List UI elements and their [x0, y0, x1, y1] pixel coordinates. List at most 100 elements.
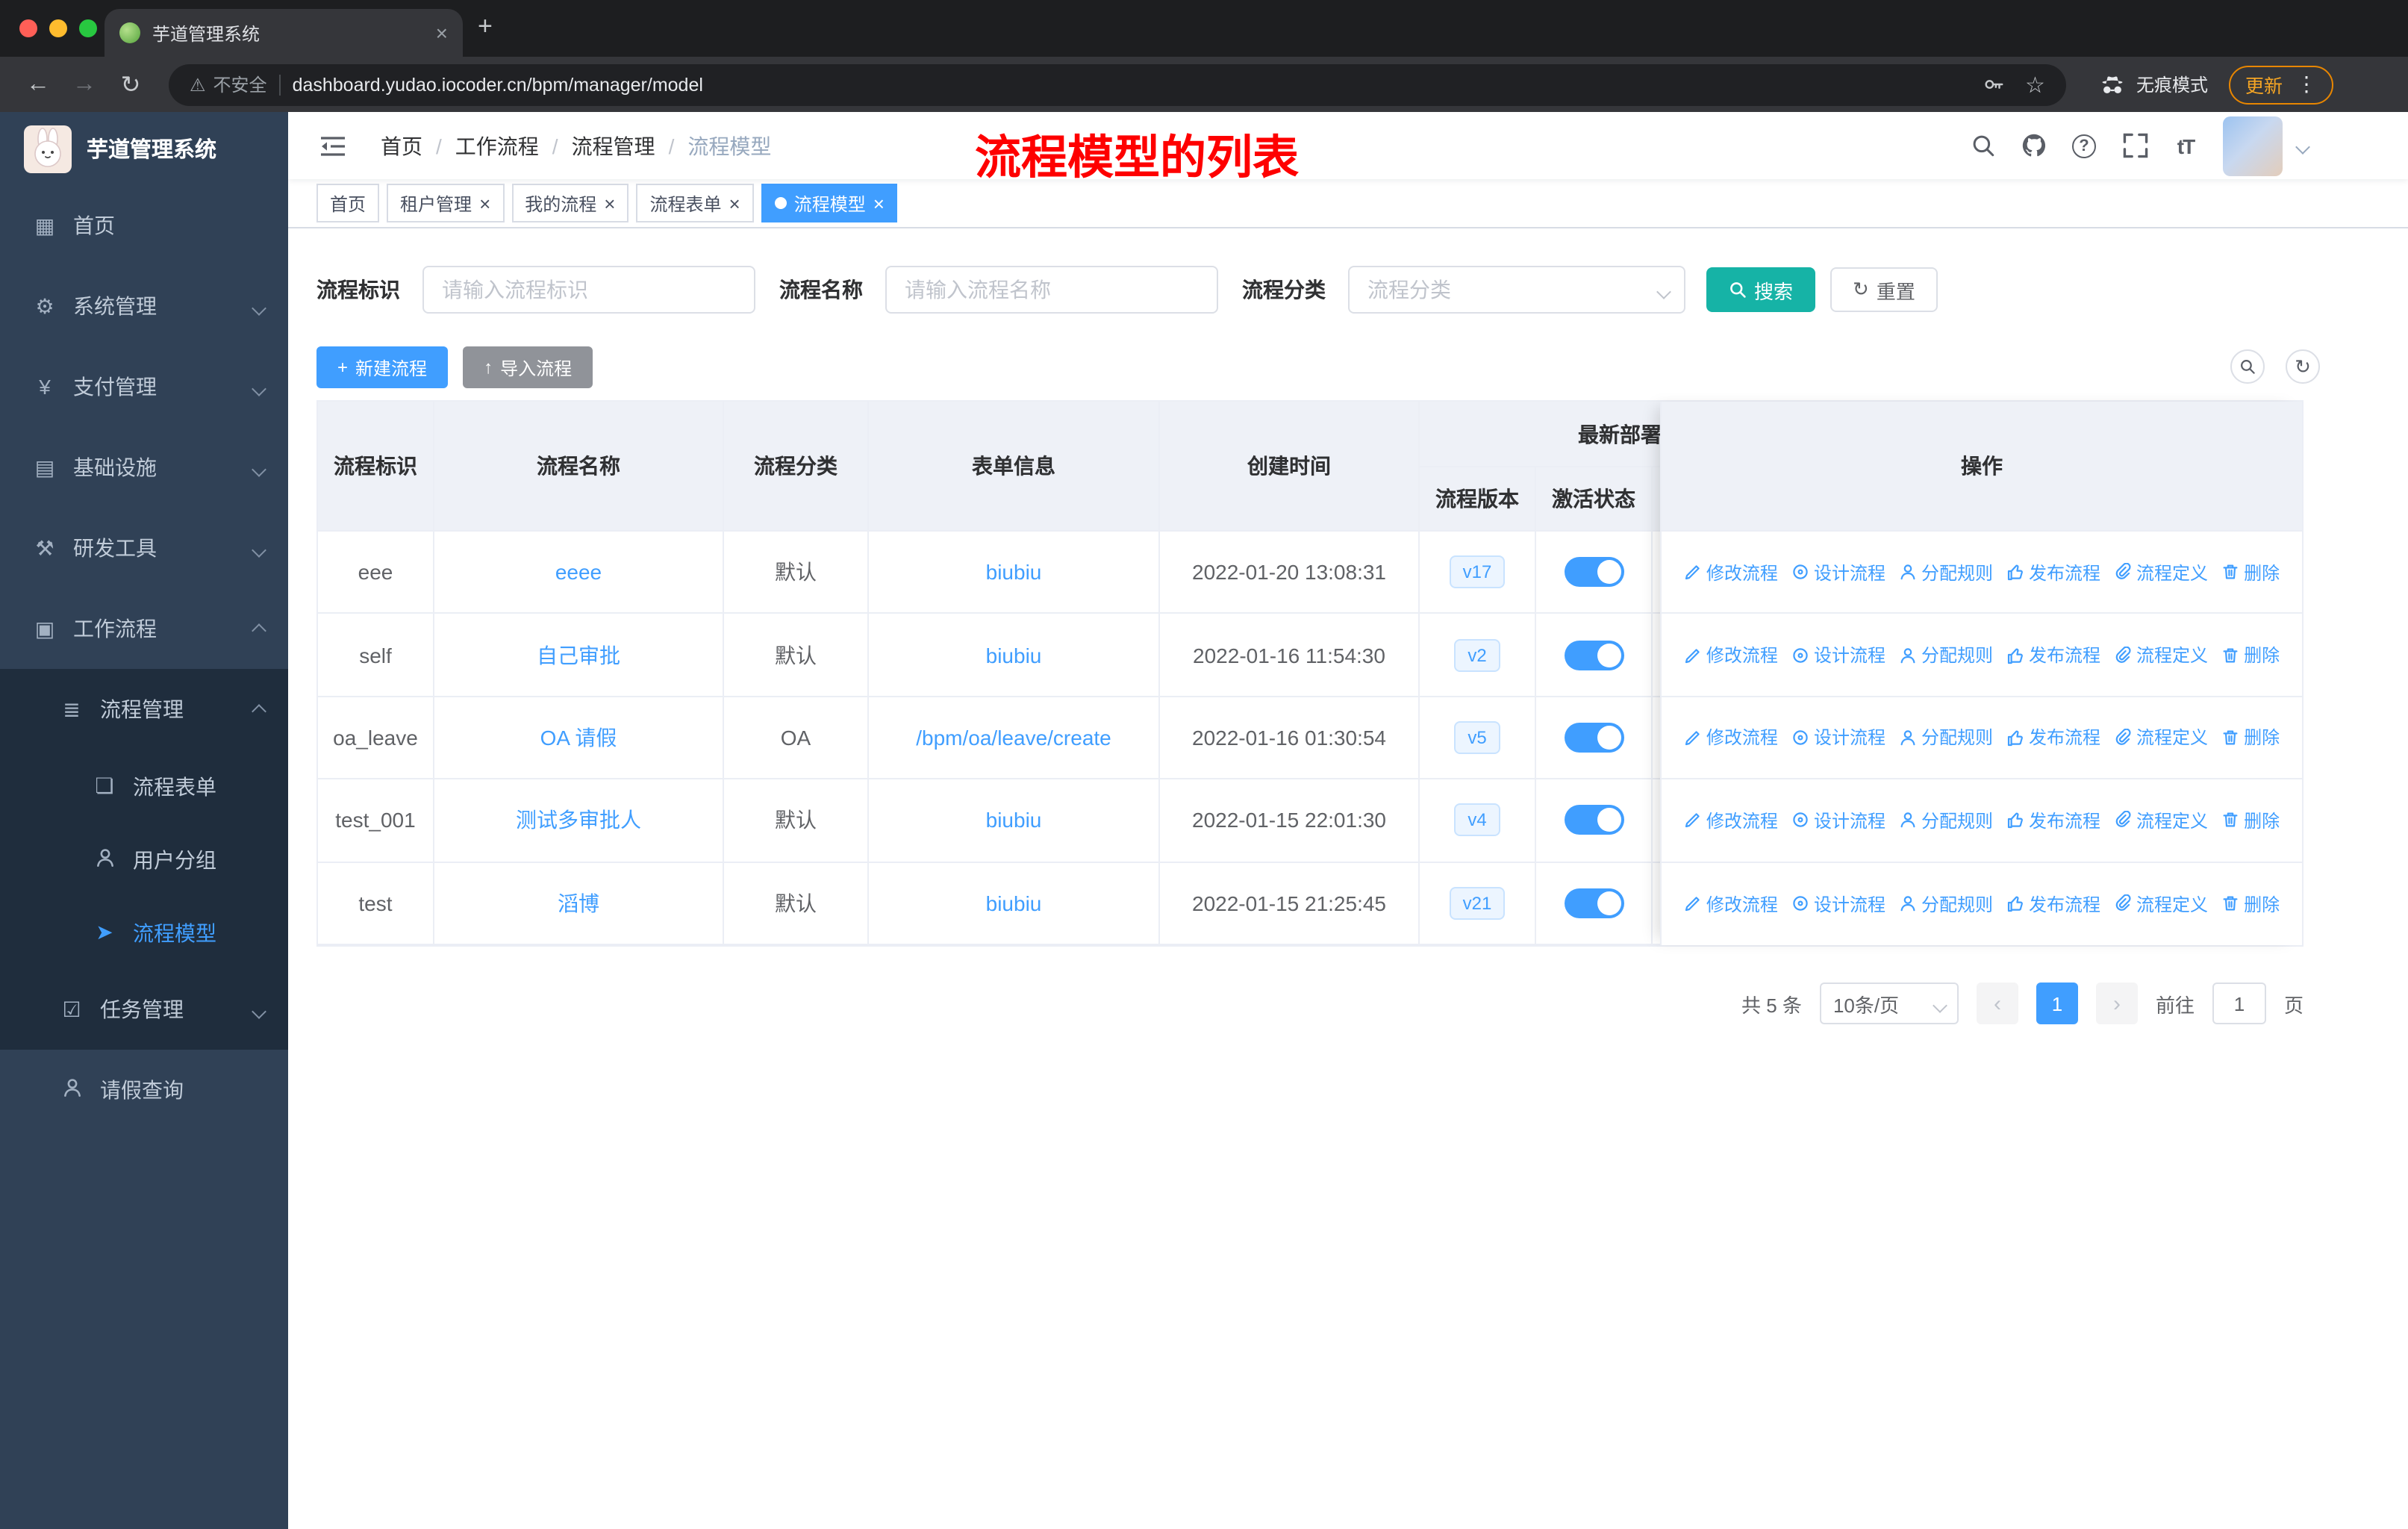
process-definition-link[interactable]: 流程定义 [2114, 725, 2208, 750]
active-toggle[interactable] [1564, 888, 1623, 918]
breadcrumb-home[interactable]: 首页 [381, 131, 422, 161]
tag-home[interactable]: 首页 [316, 184, 380, 222]
create-process-button[interactable]: + 新建流程 [316, 346, 449, 388]
close-icon[interactable]: × [729, 193, 740, 213]
close-window-button[interactable] [19, 19, 37, 37]
process-definition-link[interactable]: 流程定义 [2114, 642, 2208, 667]
form-info-link[interactable]: biubiu [986, 809, 1042, 832]
reset-button[interactable]: ↻ 重置 [1830, 267, 1938, 312]
font-size-icon[interactable]: tT [2172, 132, 2199, 159]
active-toggle[interactable] [1564, 805, 1623, 835]
edit-process-link[interactable]: 修改流程 [1684, 891, 1778, 917]
form-info-link[interactable]: /bpm/oa/leave/create [916, 726, 1111, 750]
form-info-link[interactable]: biubiu [986, 643, 1042, 667]
assign-rule-link[interactable]: 分配规则 [1899, 891, 1993, 917]
sidebar-item-system[interactable]: ⚙ 系统管理 [0, 266, 288, 346]
assign-rule-link[interactable]: 分配规则 [1899, 559, 1993, 585]
user-avatar[interactable] [2223, 116, 2283, 175]
process-id-input[interactable] [422, 266, 755, 314]
close-icon[interactable]: × [873, 193, 885, 213]
sidebar-item-process-management[interactable]: ≣ 流程管理 [0, 669, 288, 750]
process-name-link[interactable]: OA 请假 [540, 723, 617, 753]
sidebar-item-devtools[interactable]: ⚒ 研发工具 [0, 508, 288, 588]
sidebar-item-task-management[interactable]: ☑ 任务管理 [0, 969, 288, 1050]
edit-process-link[interactable]: 修改流程 [1684, 559, 1778, 585]
process-definition-link[interactable]: 流程定义 [2114, 891, 2208, 917]
search-icon[interactable] [1969, 132, 1996, 159]
delete-process-link[interactable]: 删除 [2221, 725, 2280, 750]
publish-process-link[interactable]: 发布流程 [2006, 891, 2100, 917]
menu-dots-icon[interactable]: ⋮ [2296, 72, 2317, 97]
active-toggle[interactable] [1564, 640, 1623, 670]
form-info-link[interactable]: biubiu [986, 891, 1042, 915]
next-page-button[interactable]: › [2095, 983, 2138, 1024]
sidebar-item-process-model[interactable]: ➤ 流程模型 [0, 896, 288, 969]
process-category-select[interactable]: 流程分类 [1348, 266, 1685, 314]
active-toggle[interactable] [1564, 557, 1623, 588]
key-icon[interactable] [1982, 73, 2004, 96]
design-process-link[interactable]: 设计流程 [1791, 808, 1885, 833]
collapse-sidebar-icon[interactable] [318, 134, 348, 158]
new-tab-button[interactable]: + [478, 13, 493, 39]
prev-page-button[interactable]: ‹ [1976, 983, 2018, 1024]
edit-process-link[interactable]: 修改流程 [1684, 725, 1778, 750]
process-name-link[interactable]: 测试多审批人 [516, 806, 641, 835]
process-definition-link[interactable]: 流程定义 [2114, 559, 2208, 585]
goto-page-input[interactable] [2212, 983, 2266, 1024]
process-definition-link[interactable]: 流程定义 [2114, 808, 2208, 833]
sidebar-item-infrastructure[interactable]: ▤ 基础设施 [0, 427, 288, 508]
help-icon[interactable]: ? [2071, 132, 2097, 159]
breadcrumb-workflow[interactable]: 工作流程 [455, 131, 539, 161]
forward-icon[interactable]: → [64, 64, 105, 105]
process-name-link[interactable]: eeee [555, 560, 602, 584]
refresh-table-button[interactable]: ↻ [2286, 349, 2320, 384]
sidebar-item-workflow[interactable]: ▣ 工作流程 [0, 588, 288, 669]
assign-rule-link[interactable]: 分配规则 [1899, 642, 1993, 667]
sidebar-item-leave-query[interactable]: 请假查询 [0, 1050, 288, 1130]
publish-process-link[interactable]: 发布流程 [2006, 642, 2100, 667]
sidebar-item-process-form[interactable]: ❏ 流程表单 [0, 750, 288, 823]
process-name-link[interactable]: 滔博 [558, 888, 599, 918]
browser-tab[interactable]: 芋道管理系统 × [105, 9, 463, 57]
reload-icon[interactable]: ↻ [110, 64, 151, 105]
tag-tenant[interactable]: 租户管理 × [387, 184, 505, 222]
design-process-link[interactable]: 设计流程 [1791, 642, 1885, 667]
minimize-window-button[interactable] [49, 19, 67, 37]
toggle-search-button[interactable] [2230, 349, 2265, 384]
design-process-link[interactable]: 设计流程 [1791, 725, 1885, 750]
back-icon[interactable]: ← [18, 64, 58, 105]
delete-process-link[interactable]: 删除 [2221, 559, 2280, 585]
address-bar[interactable]: ⚠ 不安全 dashboard.yudao.iocoder.cn/bpm/man… [169, 63, 2066, 105]
fullscreen-icon[interactable] [2121, 132, 2148, 159]
active-toggle[interactable] [1564, 722, 1623, 753]
breadcrumb-process-management[interactable]: 流程管理 [572, 131, 655, 161]
publish-process-link[interactable]: 发布流程 [2006, 559, 2100, 585]
close-icon[interactable]: × [479, 193, 490, 213]
tab-close-icon[interactable]: × [436, 21, 448, 45]
tag-my-process[interactable]: 我的流程 × [511, 184, 629, 222]
publish-process-link[interactable]: 发布流程 [2006, 808, 2100, 833]
assign-rule-link[interactable]: 分配规则 [1899, 725, 1993, 750]
import-process-button[interactable]: ↑ 导入流程 [463, 346, 593, 388]
process-name-input[interactable] [885, 266, 1218, 314]
sidebar-item-user-group[interactable]: 用户分组 [0, 823, 288, 896]
edit-process-link[interactable]: 修改流程 [1684, 808, 1778, 833]
search-button[interactable]: 搜索 [1706, 267, 1816, 312]
sidebar-item-payment[interactable]: ¥ 支付管理 [0, 346, 288, 427]
tag-process-form[interactable]: 流程表单 × [636, 184, 754, 222]
design-process-link[interactable]: 设计流程 [1791, 891, 1885, 917]
page-button-1[interactable]: 1 [2036, 983, 2078, 1024]
tag-process-model[interactable]: 流程模型 × [761, 184, 898, 222]
delete-process-link[interactable]: 删除 [2221, 891, 2280, 917]
assign-rule-link[interactable]: 分配规则 [1899, 808, 1993, 833]
delete-process-link[interactable]: 删除 [2221, 642, 2280, 667]
design-process-link[interactable]: 设计流程 [1791, 559, 1885, 585]
edit-process-link[interactable]: 修改流程 [1684, 642, 1778, 667]
bookmark-star-icon[interactable]: ☆ [2025, 71, 2045, 98]
process-name-link[interactable]: 自己审批 [537, 640, 620, 670]
sidebar-item-home[interactable]: ▦ 首页 [0, 185, 288, 266]
github-icon[interactable] [2020, 132, 2047, 159]
update-chip[interactable]: 更新 ⋮ [2228, 65, 2333, 104]
form-info-link[interactable]: biubiu [986, 560, 1042, 584]
page-size-select[interactable]: 10条/页 [1819, 983, 1959, 1024]
